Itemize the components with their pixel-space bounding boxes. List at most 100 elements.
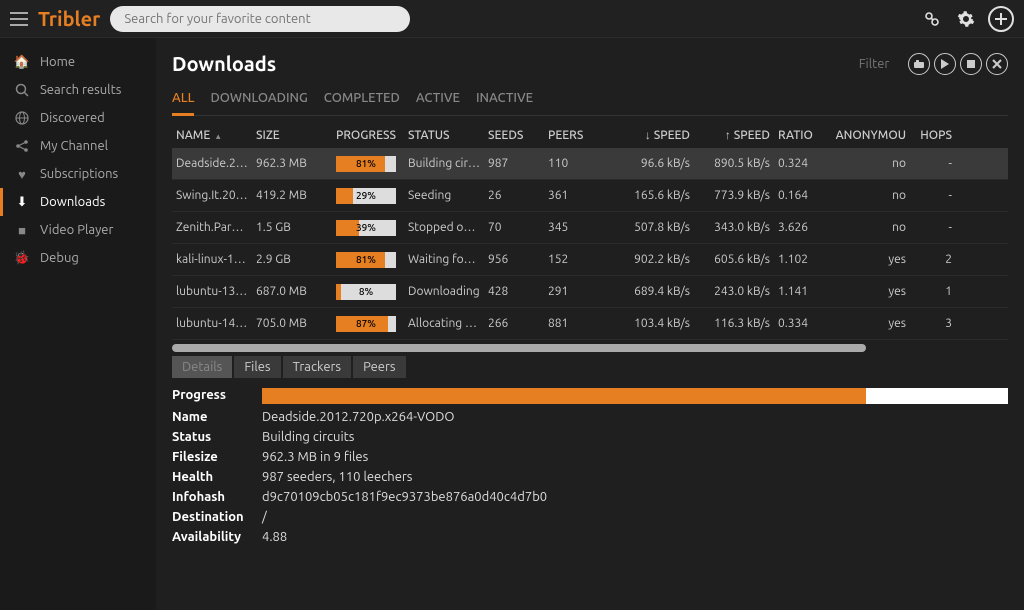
- cell-peers: 361: [544, 189, 614, 202]
- share-icon: [14, 139, 30, 153]
- th-uspeed[interactable]: ↑ SPEED: [694, 128, 774, 142]
- trust-icon[interactable]: [920, 7, 944, 31]
- settings-icon[interactable]: [954, 7, 978, 31]
- sidebar-item-search[interactable]: Search results: [0, 76, 156, 104]
- table-header: NAME▲ SIZE PROGRESS STATUS SEEDS PEERS ↓…: [172, 122, 1008, 148]
- cell-status: Building circuits: [404, 157, 484, 170]
- cell-status: Allocating dis...: [404, 317, 484, 330]
- sidebar-item-downloads[interactable]: ⬇Downloads: [0, 188, 156, 216]
- cell-hops: -: [910, 157, 956, 170]
- cell-size: 1.5 GB: [252, 221, 332, 234]
- th-seeds[interactable]: SEEDS: [484, 129, 544, 142]
- cell-anon: yes: [830, 317, 910, 330]
- tab-inactive[interactable]: INACTIVE: [476, 87, 533, 115]
- hscrollbar[interactable]: [172, 342, 1008, 346]
- th-status[interactable]: STATUS: [404, 129, 484, 142]
- table-row[interactable]: lubuntu-14.1...705.0 MB87%Allocating dis…: [172, 308, 1008, 340]
- cell-hops: -: [910, 189, 956, 202]
- page-title: Downloads: [172, 52, 276, 75]
- search-input[interactable]: [110, 6, 410, 32]
- cell-size: 705.0 MB: [252, 317, 332, 330]
- sidebar-item-home[interactable]: 🏠 Home: [0, 48, 156, 76]
- detail-tab-trackers[interactable]: Trackers: [283, 356, 352, 378]
- cell-uspeed: 116.3 kB/s: [694, 317, 774, 330]
- cell-size: 2.9 GB: [252, 253, 332, 266]
- filter-input[interactable]: [844, 57, 904, 71]
- cell-peers: 110: [544, 157, 614, 170]
- home-icon: 🏠: [14, 55, 30, 70]
- sidebar-item-label: Subscriptions: [40, 167, 118, 181]
- hscroll-thumb[interactable]: [172, 344, 866, 352]
- tab-completed[interactable]: COMPLETED: [324, 87, 400, 115]
- add-icon[interactable]: [988, 6, 1014, 32]
- detail-tab-files[interactable]: Files: [234, 356, 280, 378]
- cell-dspeed: 165.6 kB/s: [614, 189, 694, 202]
- active-marker: [0, 188, 3, 216]
- detail-progress-bar: [262, 388, 1008, 404]
- cell-progress: 8%: [332, 284, 404, 300]
- play-icon[interactable]: [934, 53, 956, 75]
- app-brand: Tribler: [38, 7, 100, 30]
- table-row[interactable]: Swing.It.2010...419.2 MB29%Seeding263611…: [172, 180, 1008, 212]
- th-name[interactable]: NAME▲: [172, 129, 252, 142]
- sidebar-item-mychannel[interactable]: My Channel: [0, 132, 156, 160]
- table-row[interactable]: lubuntu-13.0...687.0 MB8%Downloading4282…: [172, 276, 1008, 308]
- table-row[interactable]: Deadside.201...962.3 MB81%Building circu…: [172, 148, 1008, 180]
- sidebar-item-debug[interactable]: 🐞 Debug: [0, 244, 156, 272]
- tab-all[interactable]: ALL: [172, 87, 194, 116]
- det-val-name: Deadside.2012.720p.x264-VODO: [262, 410, 454, 424]
- cell-size: 962.3 MB: [252, 157, 332, 170]
- tab-downloading[interactable]: DOWNLOADING: [210, 87, 307, 115]
- cell-dspeed: 507.8 kB/s: [614, 221, 694, 234]
- cell-anon: yes: [830, 285, 910, 298]
- cell-status: Seeding: [404, 189, 484, 202]
- sidebar-item-label: Discovered: [40, 111, 105, 125]
- stop-icon[interactable]: [960, 53, 982, 75]
- sidebar-item-videoplayer[interactable]: ■Video Player: [0, 216, 156, 244]
- table-row[interactable]: kali-linux-1.0....2.9 GB81%Waiting for c…: [172, 244, 1008, 276]
- th-ratio[interactable]: RATIO: [774, 129, 830, 142]
- cell-uspeed: 773.9 kB/s: [694, 189, 774, 202]
- sidebar-item-label: Home: [40, 55, 75, 69]
- sidebar-item-label: My Channel: [40, 139, 108, 153]
- cell-hops: 3: [910, 317, 956, 330]
- det-label-infohash: Infohash: [172, 490, 262, 504]
- cell-anon: no: [830, 189, 910, 202]
- th-dspeed[interactable]: ↓ SPEED: [614, 128, 694, 142]
- table-row[interactable]: Zenith.Part.3....1.5 GB39%Stopped on e..…: [172, 212, 1008, 244]
- det-val-destination: /: [262, 510, 267, 524]
- sidebar-item-subscriptions[interactable]: ♥Subscriptions: [0, 160, 156, 188]
- detail-tab-peers[interactable]: Peers: [353, 356, 405, 378]
- det-val-filesize: 962.3 MB in 9 files: [262, 450, 368, 464]
- add-download-icon[interactable]: [908, 53, 930, 75]
- cell-status: Downloading: [404, 285, 484, 298]
- tab-active[interactable]: ACTIVE: [416, 87, 460, 115]
- th-size[interactable]: SIZE: [252, 129, 332, 142]
- det-val-health: 987 seeders, 110 leechers: [262, 470, 412, 484]
- detail-tab-details[interactable]: Details: [172, 356, 232, 378]
- cell-ratio: 0.334: [774, 317, 830, 330]
- bug-icon: 🐞: [14, 251, 30, 266]
- sidebar-item-discovered[interactable]: Discovered: [0, 104, 156, 132]
- th-progress[interactable]: PROGRESS: [332, 129, 404, 142]
- cell-hops: 2: [910, 253, 956, 266]
- cell-name: lubuntu-13.0...: [172, 285, 252, 298]
- cell-ratio: 0.324: [774, 157, 830, 170]
- th-peers[interactable]: PEERS: [544, 129, 614, 142]
- sidebar-item-label: Debug: [40, 251, 79, 265]
- remove-icon[interactable]: [986, 53, 1008, 75]
- det-label-status: Status: [172, 430, 262, 444]
- sort-asc-icon: ▲: [214, 132, 222, 141]
- cell-progress: 81%: [332, 252, 404, 268]
- cell-seeds: 70: [484, 221, 544, 234]
- cell-size: 687.0 MB: [252, 285, 332, 298]
- cell-name: Deadside.201...: [172, 157, 252, 170]
- th-hops[interactable]: HOPS: [910, 129, 956, 142]
- th-anon[interactable]: ANONYMOU: [830, 129, 910, 142]
- cell-progress: 87%: [332, 316, 404, 332]
- cell-seeds: 956: [484, 253, 544, 266]
- globe-icon: [14, 111, 30, 125]
- sidebar-item-label: Search results: [40, 83, 121, 97]
- det-label-name: Name: [172, 410, 262, 424]
- menu-icon[interactable]: [10, 12, 28, 26]
